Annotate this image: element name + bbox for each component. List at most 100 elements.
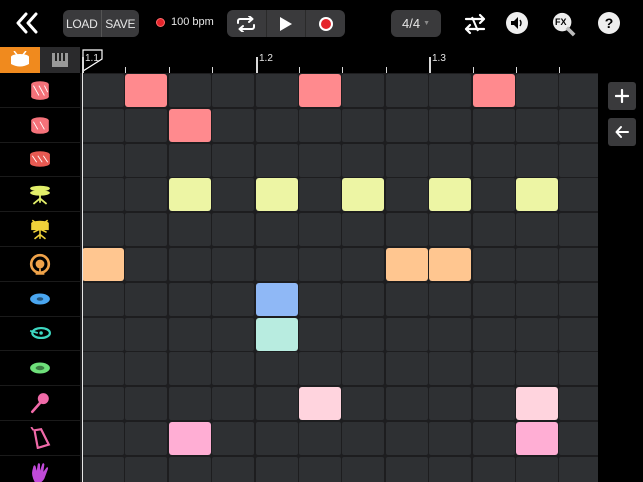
step-cell[interactable] xyxy=(516,213,558,247)
step-cell[interactable] xyxy=(385,387,428,421)
add-track-button[interactable] xyxy=(608,82,636,110)
active-note[interactable] xyxy=(168,178,211,212)
step-cell[interactable] xyxy=(385,108,428,142)
step-cell[interactable] xyxy=(212,456,255,482)
step-cell[interactable] xyxy=(299,352,341,386)
step-cell[interactable] xyxy=(559,317,598,351)
step-cell[interactable] xyxy=(125,248,168,281)
tab-drums[interactable] xyxy=(0,47,40,73)
step-cell[interactable] xyxy=(212,387,255,421)
step-cell[interactable] xyxy=(212,248,255,281)
help-button[interactable]: ? xyxy=(598,12,620,34)
step-cell[interactable] xyxy=(342,74,385,107)
step-cell[interactable] xyxy=(125,213,168,247)
step-cell[interactable] xyxy=(168,74,211,107)
step-cell[interactable] xyxy=(82,387,124,421)
step-cell[interactable] xyxy=(299,108,341,142)
step-cell[interactable] xyxy=(299,317,341,351)
instrument-tom-drum[interactable] xyxy=(0,143,80,178)
step-cell[interactable] xyxy=(125,352,168,386)
step-cell[interactable] xyxy=(82,74,124,107)
step-cell[interactable] xyxy=(559,213,598,247)
step-cell[interactable] xyxy=(342,387,385,421)
instrument-splash-cymbal[interactable] xyxy=(0,351,80,387)
instrument-snare-drum-red[interactable] xyxy=(0,73,80,108)
instrument-crash-cymbal[interactable] xyxy=(0,317,80,352)
active-note[interactable] xyxy=(429,248,472,281)
step-cell[interactable] xyxy=(82,422,124,455)
step-cell[interactable] xyxy=(429,352,472,386)
step-cell[interactable] xyxy=(255,352,298,386)
step-cell[interactable] xyxy=(559,108,598,142)
step-cell[interactable] xyxy=(212,317,255,351)
step-cell[interactable] xyxy=(82,213,124,247)
active-note[interactable] xyxy=(385,248,428,281)
step-cell[interactable] xyxy=(125,422,168,455)
step-cell[interactable] xyxy=(559,387,598,421)
step-cell[interactable] xyxy=(255,422,298,455)
step-cell[interactable] xyxy=(125,178,168,212)
step-cell[interactable] xyxy=(82,317,124,351)
fx-button[interactable]: FX xyxy=(552,12,576,37)
step-cell[interactable] xyxy=(472,213,515,247)
step-cell[interactable] xyxy=(385,282,428,316)
step-cell[interactable] xyxy=(342,456,385,482)
step-cell[interactable] xyxy=(299,422,341,455)
step-cell[interactable] xyxy=(516,352,558,386)
volume-button[interactable] xyxy=(506,12,528,34)
active-note[interactable] xyxy=(516,387,558,421)
step-cell[interactable] xyxy=(385,456,428,482)
step-cell[interactable] xyxy=(168,248,211,281)
step-cell[interactable] xyxy=(472,178,515,212)
tempo-control[interactable]: 100 bpm xyxy=(156,16,214,28)
step-cell[interactable] xyxy=(429,456,472,482)
mixer-button[interactable] xyxy=(462,11,488,37)
step-cell[interactable] xyxy=(125,143,168,177)
active-note[interactable] xyxy=(255,317,298,351)
step-cell[interactable] xyxy=(255,456,298,482)
active-note[interactable] xyxy=(429,178,472,212)
step-cell[interactable] xyxy=(516,456,558,482)
time-signature-select[interactable]: 4/4 ▼ xyxy=(391,10,441,37)
step-cell[interactable] xyxy=(385,317,428,351)
step-cell[interactable] xyxy=(212,143,255,177)
step-cell[interactable] xyxy=(429,317,472,351)
step-cell[interactable] xyxy=(212,213,255,247)
step-cell[interactable] xyxy=(385,352,428,386)
step-cell[interactable] xyxy=(516,317,558,351)
active-note[interactable] xyxy=(516,178,558,212)
step-cell[interactable] xyxy=(385,422,428,455)
step-cell[interactable] xyxy=(385,213,428,247)
step-cell[interactable] xyxy=(559,282,598,316)
step-cell[interactable] xyxy=(342,213,385,247)
step-cell[interactable] xyxy=(559,178,598,212)
step-cell[interactable] xyxy=(168,317,211,351)
step-cell[interactable] xyxy=(82,178,124,212)
step-cell[interactable] xyxy=(559,456,598,482)
step-cell[interactable] xyxy=(212,178,255,212)
active-note[interactable] xyxy=(299,387,341,421)
step-cell[interactable] xyxy=(255,387,298,421)
step-cell[interactable] xyxy=(299,456,341,482)
step-cell[interactable] xyxy=(429,387,472,421)
step-cell[interactable] xyxy=(429,213,472,247)
step-cell[interactable] xyxy=(516,143,558,177)
record-button[interactable] xyxy=(305,10,345,37)
step-cell[interactable] xyxy=(125,456,168,482)
step-cell[interactable] xyxy=(125,387,168,421)
instrument-kick-drum[interactable] xyxy=(0,247,80,282)
step-cell[interactable] xyxy=(168,143,211,177)
instrument-snare-stand[interactable] xyxy=(0,212,80,247)
step-cell[interactable] xyxy=(299,213,341,247)
step-cell[interactable] xyxy=(559,143,598,177)
instrument-maraca[interactable] xyxy=(0,386,80,421)
step-cell[interactable] xyxy=(299,143,341,177)
active-note[interactable] xyxy=(255,282,298,316)
instrument-hihat-cymbal[interactable] xyxy=(0,177,80,213)
step-cell[interactable] xyxy=(472,108,515,142)
step-cell[interactable] xyxy=(342,143,385,177)
active-note[interactable] xyxy=(516,422,558,455)
step-cell[interactable] xyxy=(255,248,298,281)
step-cell[interactable] xyxy=(559,74,598,107)
active-note[interactable] xyxy=(168,108,211,142)
